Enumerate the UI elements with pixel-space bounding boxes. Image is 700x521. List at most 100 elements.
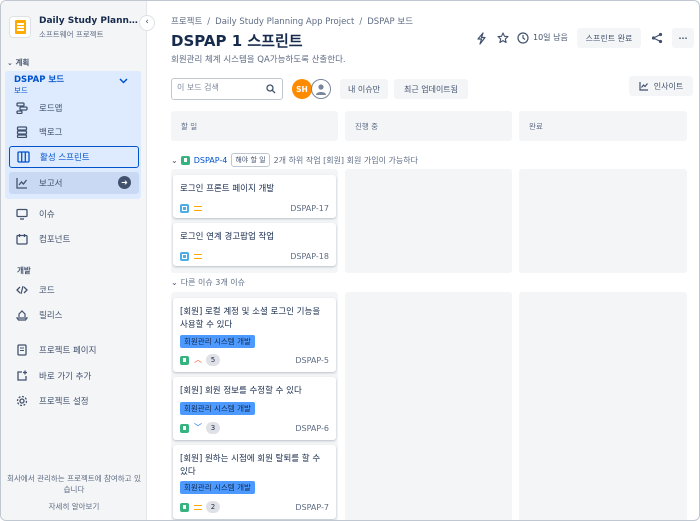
swimlane-header[interactable]: ⌄ 다른 이슈 3개 이슈 xyxy=(171,277,245,288)
breadcrumb: 프로젝트 / Daily Study Planning App Project / DS… xyxy=(171,17,414,27)
project-type: 소프트웨어 프로젝트 xyxy=(39,30,104,39)
issue-card[interactable]: 로그인 연계 경고팝업 작업 DSPAP-18 xyxy=(173,223,336,266)
issues-icon xyxy=(15,207,29,221)
board-search xyxy=(171,78,283,100)
card-title: [회원] 원하는 시점에 회원 탈퇴를 할 수 있다 xyxy=(180,454,321,477)
issue-key[interactable]: DSPAP-5 xyxy=(295,356,329,365)
story-points-badge: 5 xyxy=(206,354,220,366)
recently-updated-button[interactable]: 최근 업데이트됨 xyxy=(394,79,468,99)
breadcrumb-item[interactable]: Daily Study Planning App Project xyxy=(215,17,354,27)
page-title: DSPAP 1 스프린트 xyxy=(171,32,303,50)
column-cell xyxy=(519,292,687,520)
issue-key[interactable]: DSPAP-6 xyxy=(295,424,329,433)
dev-section-label: 개발 xyxy=(17,266,31,275)
epic-label[interactable]: 회원관리 시스템 개발 xyxy=(180,335,255,348)
share-icon[interactable] xyxy=(649,30,665,46)
issue-card[interactable]: [회원] 로컬 계정 및 소셜 로그인 기능을 사용할 수 있다 회원관리 시스… xyxy=(173,298,336,372)
project-header[interactable]: Daily Study Planning App Project 소프트웨어 프… xyxy=(9,13,141,41)
sidebar-item-code[interactable]: 코드 xyxy=(9,279,139,301)
column-header-done: 완료 xyxy=(519,111,687,141)
chevron-down-icon[interactable] xyxy=(119,77,128,86)
sidebar-item-active-sprint[interactable]: 활성 스프린트 xyxy=(9,146,139,168)
swimlane-header[interactable]: ⌄ DSPAP-4 해야 할 일 2개 하위 작업 [회원] 회원 가입이 가능… xyxy=(171,153,418,167)
chevron-down-icon: ⌄ xyxy=(171,155,178,165)
sprint-goal: 회원관리 체계 시스템을 QA가능하도록 산출한다. xyxy=(171,55,346,65)
status-badge: 해야 할 일 xyxy=(231,153,270,167)
column-header-in-progress: 진행 중 xyxy=(345,111,512,141)
complete-sprint-button[interactable]: 스프린트 완료 xyxy=(577,28,641,48)
sidebar-item-roadmap[interactable]: 로드맵 xyxy=(9,97,139,119)
swimlane-summary: 다른 이슈 3개 이슈 xyxy=(180,278,245,287)
search-icon xyxy=(266,84,276,97)
board-icon xyxy=(16,150,30,164)
sidebar-item-backlog[interactable]: 백로그 xyxy=(9,121,139,143)
days-remaining: 10일 남음 xyxy=(533,33,568,42)
issue-key[interactable]: DSPAP-7 xyxy=(295,503,329,512)
story-icon xyxy=(180,502,189,512)
roadmap-icon xyxy=(15,101,29,115)
subtask-icon xyxy=(180,203,189,213)
issue-key[interactable]: DSPAP-17 xyxy=(290,204,329,213)
breadcrumb-item[interactable]: 프로젝트 xyxy=(171,17,202,27)
chevron-left-icon: ‹ xyxy=(145,17,149,27)
board-selector-subtitle: 보드 xyxy=(14,86,28,95)
chart-icon xyxy=(15,176,29,190)
epic-label[interactable]: 회원관리 시스템 개발 xyxy=(180,481,255,494)
swimlane-issue-key[interactable]: DSPAP-4 xyxy=(194,156,228,165)
breadcrumb-item[interactable]: DSPAP 보드 xyxy=(367,17,413,27)
sidebar-item-reports[interactable]: 보고서 ➜ xyxy=(9,172,139,194)
story-points-badge: 2 xyxy=(206,501,220,513)
card-title: 로그인 프론트 페이지 개발 xyxy=(180,184,275,194)
chevron-down-icon: ⌄ xyxy=(7,59,13,67)
planning-section-label: ⌄ 계획 xyxy=(7,58,30,67)
priority-low-icon: ﹀ xyxy=(194,423,202,432)
chevron-down-icon: ⌄ xyxy=(171,278,178,287)
component-icon xyxy=(15,232,29,246)
story-points-badge: 3 xyxy=(206,422,220,434)
subtask-icon xyxy=(180,251,189,261)
search-input[interactable] xyxy=(177,83,262,92)
learn-more-link[interactable]: 자세히 알아보기 xyxy=(5,501,143,512)
priority-medium-icon xyxy=(194,504,202,510)
issue-card[interactable]: 로그인 프론트 페이지 개발 DSPAP-17 xyxy=(173,175,336,218)
lightning-icon[interactable] xyxy=(473,30,489,46)
card-title: [회원] 로컬 계정 및 소셜 로그인 기능을 사용할 수 있다 xyxy=(180,307,321,330)
managed-project-notice: 회사에서 관리하는 프로젝트에 참여하고 있습니다 xyxy=(7,474,141,494)
settings-icon xyxy=(15,394,29,408)
sidebar-item-add-shortcut[interactable]: 바로 가기 추가 xyxy=(9,365,139,387)
card-title: [회원] 회원 정보를 수정할 수 있다 xyxy=(180,386,302,396)
sidebar-item-releases[interactable]: 릴리스 xyxy=(9,304,139,326)
collapse-sidebar-button[interactable]: ‹ xyxy=(139,15,155,31)
backlog-icon xyxy=(15,125,29,139)
issue-key[interactable]: DSPAP-18 xyxy=(290,252,329,261)
sidebar-item-issues[interactable]: 이슈 xyxy=(9,203,139,225)
only-my-issues-button[interactable]: 내 이슈만 xyxy=(340,79,388,99)
sidebar-item-project-pages[interactable]: 프로젝트 페이지 xyxy=(9,339,139,361)
more-actions-button[interactable]: ··· xyxy=(672,28,694,48)
arrow-right-icon[interactable]: ➜ xyxy=(118,176,131,189)
column-cell xyxy=(345,169,512,273)
project-avatar-icon xyxy=(9,16,31,38)
card-title: 로그인 연계 경고팝업 작업 xyxy=(180,232,275,242)
swimlane-summary: 2개 하위 작업 [회원] 회원 가입이 가능하다 xyxy=(273,155,418,165)
avatar[interactable]: SH xyxy=(292,79,312,99)
priority-medium-icon xyxy=(194,205,202,211)
project-name: Daily Study Planning App Project xyxy=(39,16,139,26)
unassigned-avatar-icon[interactable] xyxy=(311,79,331,99)
issue-card[interactable]: [회원] 회원 정보를 수정할 수 있다 회원관리 시스템 개발 ﹀ 3 DSP… xyxy=(173,377,336,440)
column-cell xyxy=(345,292,512,520)
app-window: Daily Study Planning App Project 소프트웨어 프… xyxy=(0,0,700,521)
board-selector-title[interactable]: DSPAP 보드 xyxy=(14,73,64,85)
story-icon xyxy=(180,155,190,165)
page-icon xyxy=(15,343,29,357)
issue-card[interactable]: [회원] 원하는 시점에 회원 탈퇴를 할 수 있다 회원관리 시스템 개발 2… xyxy=(173,445,336,519)
release-icon xyxy=(15,308,29,322)
sidebar-item-project-settings[interactable]: 프로젝트 설정 xyxy=(9,390,139,412)
story-icon xyxy=(180,355,189,365)
star-icon[interactable] xyxy=(495,30,511,46)
sidebar-item-components[interactable]: 컴포넌트 xyxy=(9,228,139,250)
epic-label[interactable]: 회원관리 시스템 개발 xyxy=(180,402,255,415)
column-header-todo: 할 일 xyxy=(171,111,338,141)
clock-icon xyxy=(515,30,531,46)
insights-button[interactable]: 인사이트 xyxy=(629,76,693,96)
